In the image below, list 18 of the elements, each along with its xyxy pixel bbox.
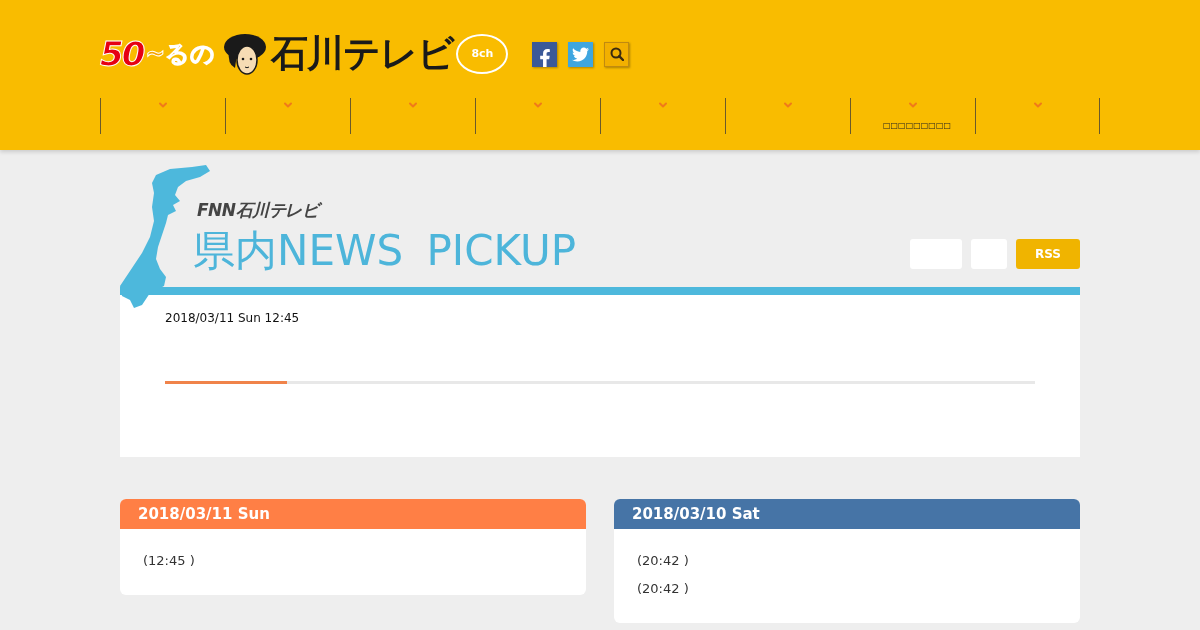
news-time[interactable]: (20:42 ) xyxy=(637,581,689,597)
nav-item[interactable]: □□□□□□□□□ xyxy=(850,98,975,134)
logo-number: 50 xyxy=(100,34,144,74)
channel-bubble: 8ch xyxy=(456,34,509,74)
search-icon xyxy=(609,47,624,61)
news-time[interactable]: (20:42 ) xyxy=(637,553,689,569)
card-header: 2018/03/11 Sun xyxy=(120,499,586,529)
timestamp: 2018/03/11 Sun 12:45 xyxy=(165,310,300,326)
section-title: 県内NEWS PICKUP xyxy=(193,229,577,273)
facebook-icon[interactable] xyxy=(532,41,558,67)
nav-item[interactable] xyxy=(975,98,1100,134)
mascot-icon xyxy=(223,32,268,76)
twitter-icon[interactable] xyxy=(568,41,594,67)
card-header: 2018/03/10 Sat xyxy=(614,499,1080,529)
search-button[interactable] xyxy=(604,41,630,67)
logo-name: 石川テレビ xyxy=(271,32,455,76)
logo-tagline: ~るの xyxy=(145,39,216,70)
news-time[interactable]: (12:45 ) xyxy=(143,553,195,569)
